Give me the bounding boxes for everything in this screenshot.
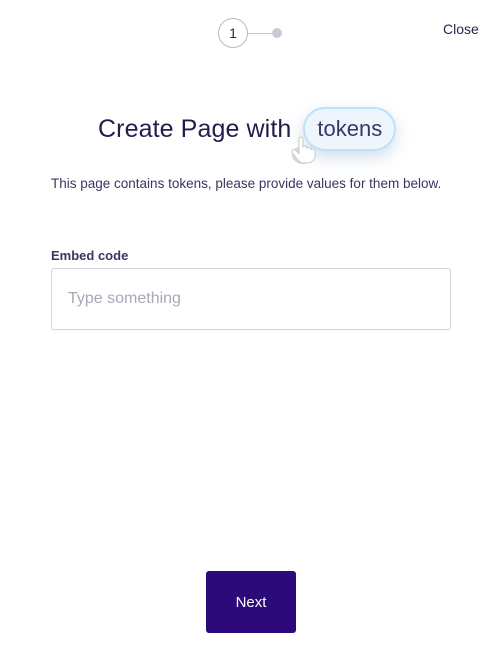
page-title-text: Create Page with: [98, 114, 292, 143]
hand-pointer-icon: [291, 136, 316, 164]
close-button[interactable]: Close: [443, 21, 479, 37]
step-connector: [248, 32, 272, 34]
step-1-number: 1: [229, 25, 237, 41]
page-title: Create Page with tokens: [98, 104, 397, 164]
page-subtitle: This page contains tokens, please provid…: [51, 176, 442, 191]
embed-code-label: Embed code: [51, 248, 129, 263]
step-1-indicator: 1: [218, 18, 248, 48]
stepper: 1: [218, 18, 282, 48]
step-2-indicator: [272, 28, 282, 38]
token-label: tokens: [317, 116, 383, 141]
embed-code-input[interactable]: [51, 268, 451, 330]
token-badge: tokens: [291, 107, 397, 164]
next-button[interactable]: Next: [206, 571, 296, 633]
